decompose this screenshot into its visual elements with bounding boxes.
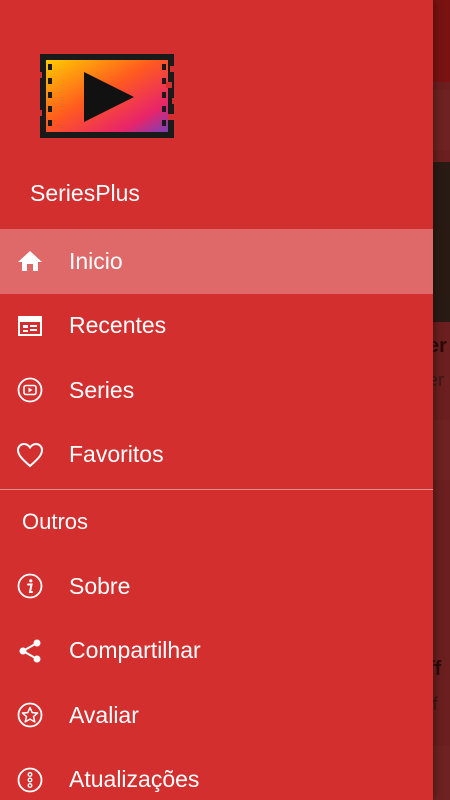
menu-item-favoritos[interactable]: Favoritos [0, 423, 433, 488]
menu-item-label: Avaliar [69, 701, 139, 728]
menu-item-label: Inicio [69, 247, 123, 274]
star-icon [16, 701, 44, 729]
other-menu: Sobre Compartilhar Avaliar Atualizações [0, 554, 433, 800]
menu-item-label: Sobre [69, 572, 131, 599]
calendar-icon [16, 312, 44, 340]
section-title-outros: Outros [22, 509, 89, 534]
share-icon [16, 637, 44, 665]
menu-item-compartilhar[interactable]: Compartilhar [0, 619, 433, 684]
main-menu: Inicio Recentes Series Favoritos [0, 229, 433, 487]
more-dots-icon [16, 766, 44, 794]
menu-item-atualizacoes[interactable]: Atualizações [0, 748, 433, 800]
play-circle-icon [16, 376, 44, 404]
navigation-drawer: SeriesPlus Inicio Recentes Series Favori… [0, 0, 433, 800]
menu-item-label: Atualizações [69, 766, 200, 793]
menu-item-label: Series [69, 376, 135, 403]
menu-item-series[interactable]: Series [0, 358, 433, 423]
menu-item-sobre[interactable]: Sobre [0, 554, 433, 619]
drawer-header: SeriesPlus [0, 0, 433, 229]
home-icon [16, 247, 44, 275]
menu-item-label: Favoritos [69, 441, 164, 468]
app-logo [38, 54, 176, 138]
menu-item-inicio[interactable]: Inicio [0, 229, 433, 294]
app-name: SeriesPlus [30, 180, 140, 206]
heart-icon [16, 441, 44, 469]
menu-item-label: Recentes [69, 312, 167, 339]
info-icon [16, 572, 44, 600]
menu-item-avaliar[interactable]: Avaliar [0, 683, 433, 748]
menu-item-recentes[interactable]: Recentes [0, 294, 433, 359]
menu-item-label: Compartilhar [69, 637, 201, 664]
